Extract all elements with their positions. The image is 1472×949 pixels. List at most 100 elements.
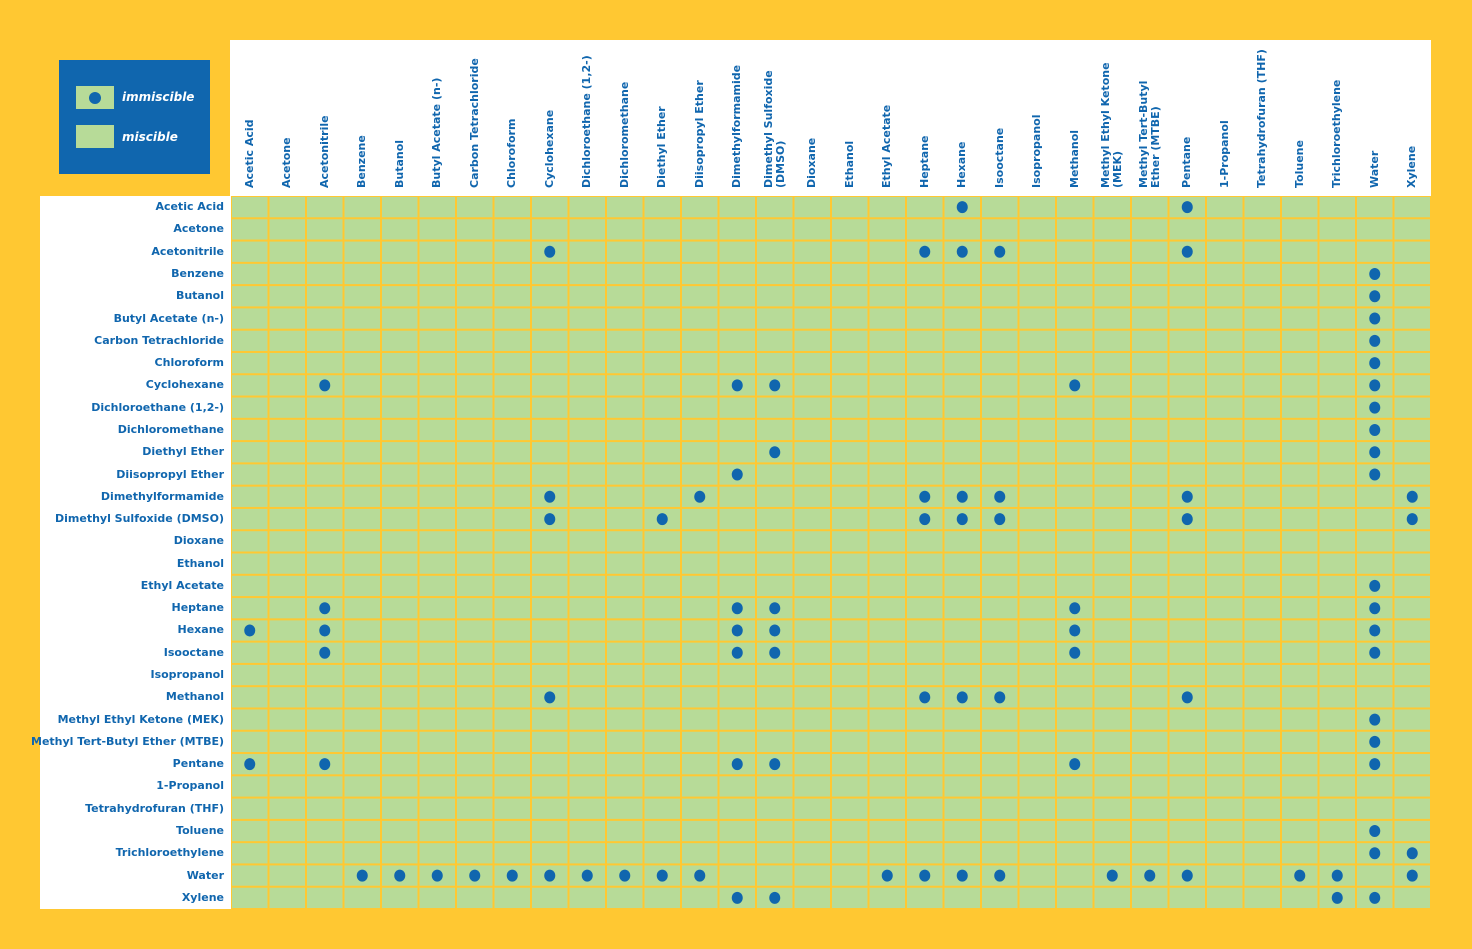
immiscible-dot bbox=[1369, 713, 1381, 726]
grid-cell bbox=[1019, 442, 1055, 463]
grid-cell bbox=[682, 330, 718, 351]
grid-cell bbox=[344, 843, 380, 864]
grid-cell bbox=[944, 419, 980, 441]
grid-cell bbox=[607, 397, 643, 418]
immiscible-dot bbox=[919, 869, 931, 882]
grid-cell bbox=[1282, 486, 1318, 507]
grid-cell bbox=[1094, 776, 1130, 797]
grid-cell bbox=[382, 553, 418, 574]
grid-cell bbox=[1244, 843, 1280, 864]
grid-cell bbox=[757, 687, 793, 708]
grid-cell bbox=[1394, 419, 1430, 441]
grid-cell bbox=[1019, 464, 1055, 485]
grid-cell bbox=[719, 798, 755, 819]
grid-cell bbox=[794, 263, 830, 285]
grid-cell bbox=[1282, 754, 1318, 775]
grid-cell bbox=[1244, 263, 1280, 285]
immiscible-dot bbox=[1369, 579, 1381, 592]
grid-cell bbox=[607, 263, 643, 285]
immiscible-dot bbox=[1181, 513, 1193, 526]
grid-cell bbox=[569, 263, 605, 285]
grid-cell bbox=[457, 754, 493, 775]
grid-cell bbox=[1244, 798, 1280, 819]
grid-cell bbox=[532, 887, 568, 908]
grid-cell bbox=[1244, 865, 1280, 886]
grid-cell bbox=[682, 598, 718, 619]
grid-cell bbox=[1357, 776, 1393, 797]
grid-cell bbox=[1019, 776, 1055, 797]
grid-cell bbox=[419, 843, 455, 864]
grid-cell bbox=[269, 442, 305, 463]
grid-cell bbox=[907, 887, 943, 908]
grid-cell bbox=[644, 352, 680, 374]
grid-cell bbox=[719, 442, 755, 463]
grid-cell bbox=[607, 308, 643, 329]
grid-cell bbox=[1057, 731, 1093, 753]
grid-cell bbox=[682, 553, 718, 574]
grid-cell bbox=[757, 464, 793, 485]
grid-cell bbox=[532, 798, 568, 819]
grid-cell bbox=[1132, 508, 1168, 530]
immiscible-dot bbox=[881, 869, 893, 882]
grid-cell bbox=[1282, 219, 1318, 240]
grid-cell bbox=[1094, 241, 1130, 262]
grid-cell bbox=[682, 531, 718, 552]
grid-cell bbox=[1169, 464, 1205, 485]
grid-cell bbox=[232, 442, 268, 463]
grid-cell bbox=[307, 664, 343, 686]
grid-cell bbox=[1057, 219, 1093, 240]
grid-cell bbox=[382, 375, 418, 396]
grid-cell bbox=[1394, 397, 1430, 418]
grid-cell bbox=[419, 308, 455, 329]
grid-cell bbox=[419, 352, 455, 374]
grid-cell bbox=[382, 219, 418, 240]
grid-cell bbox=[1244, 241, 1280, 262]
grid-cell bbox=[1019, 241, 1055, 262]
grid-cell bbox=[532, 286, 568, 307]
grid-cell bbox=[907, 620, 943, 641]
grid-cell bbox=[494, 508, 530, 530]
grid-cell bbox=[719, 219, 755, 240]
grid-cell bbox=[569, 330, 605, 351]
grid-cell bbox=[682, 731, 718, 753]
grid-cell bbox=[1169, 798, 1205, 819]
grid-cell bbox=[907, 197, 943, 218]
grid-cell bbox=[1169, 843, 1205, 864]
grid-cell bbox=[232, 553, 268, 574]
grid-cell bbox=[457, 664, 493, 686]
grid-cell bbox=[532, 442, 568, 463]
grid-cell bbox=[419, 442, 455, 463]
grid-cell bbox=[757, 553, 793, 574]
grid-cell bbox=[1169, 375, 1205, 396]
grid-cell bbox=[457, 375, 493, 396]
grid-cell bbox=[1019, 575, 1055, 597]
grid-cell bbox=[1394, 308, 1430, 329]
grid-cell bbox=[232, 664, 268, 686]
grid-cell bbox=[869, 843, 905, 864]
grid-cell bbox=[794, 308, 830, 329]
grid-cell bbox=[1207, 820, 1243, 842]
grid-cell bbox=[832, 798, 868, 819]
grid-cell bbox=[457, 820, 493, 842]
grid-cell bbox=[644, 219, 680, 240]
grid-cell bbox=[1094, 664, 1130, 686]
grid-cell bbox=[1132, 598, 1168, 619]
immiscible-dot bbox=[544, 869, 556, 882]
grid-cell bbox=[1207, 865, 1243, 886]
immiscible-dot bbox=[544, 513, 556, 526]
grid-cell bbox=[832, 642, 868, 663]
grid-cell bbox=[344, 754, 380, 775]
grid-cell bbox=[457, 464, 493, 485]
grid-cell bbox=[982, 531, 1018, 552]
grid-cell bbox=[794, 798, 830, 819]
grid-cell bbox=[457, 197, 493, 218]
grid-cell bbox=[1132, 308, 1168, 329]
grid-cell bbox=[344, 731, 380, 753]
grid-cell bbox=[269, 286, 305, 307]
grid-cell bbox=[382, 687, 418, 708]
grid-cell bbox=[1357, 241, 1393, 262]
grid-cell bbox=[532, 731, 568, 753]
grid-cell bbox=[832, 887, 868, 908]
grid-cell bbox=[1207, 664, 1243, 686]
grid-cell bbox=[1357, 687, 1393, 708]
